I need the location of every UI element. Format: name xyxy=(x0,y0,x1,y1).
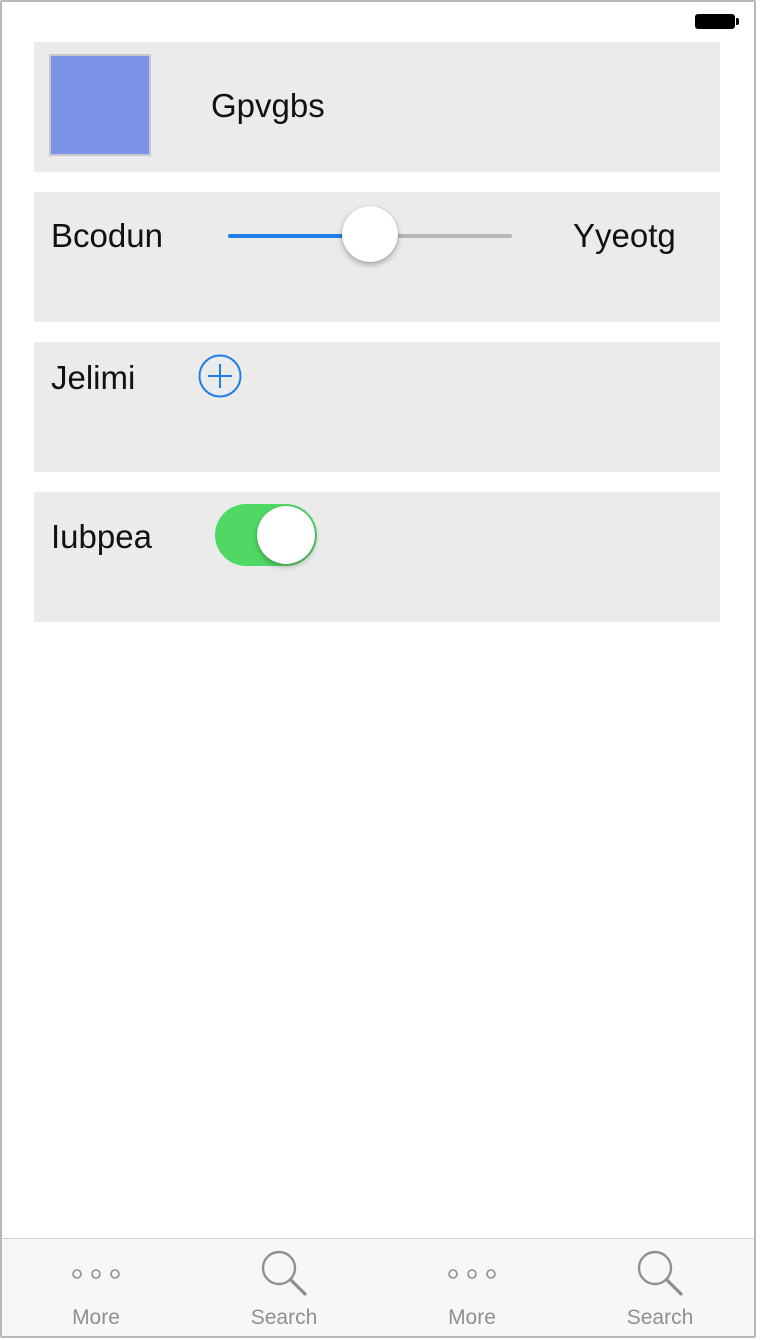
tab-label: More xyxy=(72,1306,120,1329)
add-button[interactable] xyxy=(198,354,242,398)
tab-label: Search xyxy=(250,1306,318,1329)
more-icon xyxy=(72,1269,120,1279)
device-frame: Gpvgbs Bcodun Yyeotg Jelimi Iubpea More … xyxy=(0,0,756,1338)
toggle-row: Iubpea xyxy=(34,492,720,622)
tab-bar: More Search More Search xyxy=(2,1238,754,1336)
color-row: Gpvgbs xyxy=(34,42,720,172)
tab-search-1[interactable]: Search xyxy=(190,1239,378,1336)
more-icon xyxy=(448,1269,496,1279)
toggle-knob xyxy=(257,506,315,564)
slider-max-label: Yyeotg xyxy=(573,217,676,254)
tab-more-1[interactable]: More xyxy=(2,1239,190,1336)
slider-thumb[interactable] xyxy=(342,206,398,262)
search-icon xyxy=(637,1250,683,1296)
slider-row: Bcodun Yyeotg xyxy=(34,192,720,322)
slider-min-label: Bcodun xyxy=(51,217,163,254)
tab-label: Search xyxy=(626,1306,694,1329)
plus-circle-icon xyxy=(198,354,242,398)
tab-search-2[interactable]: Search xyxy=(566,1239,754,1336)
color-row-label: Gpvgbs xyxy=(211,87,325,124)
color-swatch[interactable] xyxy=(49,54,151,156)
toggle-switch[interactable] xyxy=(215,504,317,566)
add-row-label: Jelimi xyxy=(51,359,136,396)
toggle-row-label: Iubpea xyxy=(51,518,152,555)
battery-icon xyxy=(695,13,739,30)
tab-more-2[interactable]: More xyxy=(378,1239,566,1336)
tab-label: More xyxy=(448,1306,496,1329)
add-row: Jelimi xyxy=(34,342,720,472)
search-icon xyxy=(261,1250,307,1296)
